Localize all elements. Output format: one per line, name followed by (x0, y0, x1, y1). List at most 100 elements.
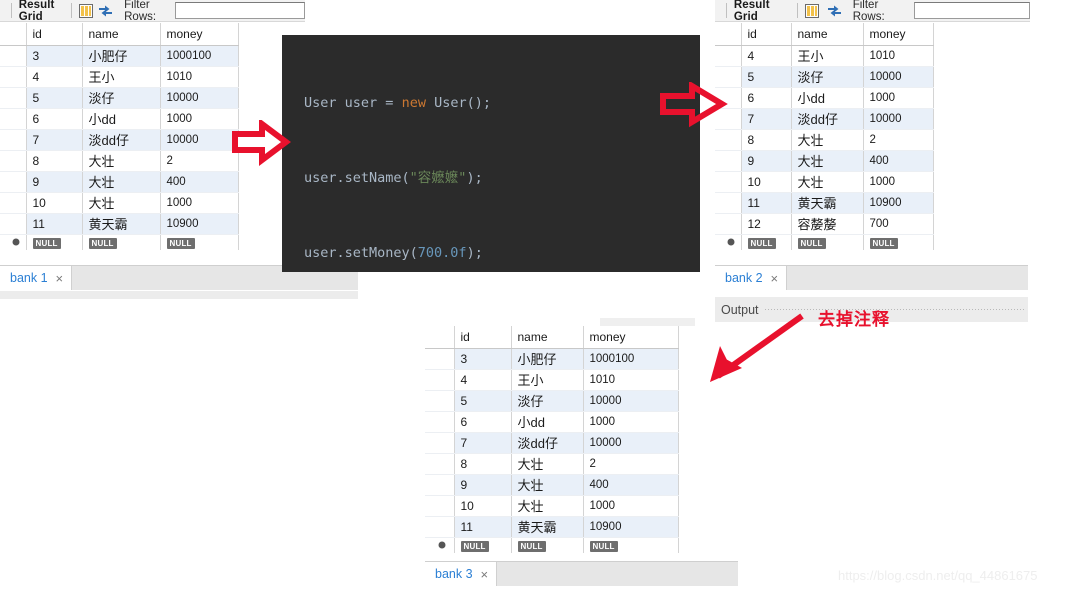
cell-id[interactable]: 6 (454, 411, 512, 433)
cell-name[interactable]: 王小 (511, 369, 584, 391)
column-header-id[interactable]: id (26, 23, 83, 46)
table-row[interactable]: 6 小dd 1000 (715, 87, 934, 109)
tab-bank-2[interactable]: bank 2 × (715, 266, 788, 290)
cell-name-null[interactable]: NULL (82, 234, 161, 250)
table-row[interactable]: 3 小肥仔 1000100 (425, 348, 679, 370)
cell-money[interactable]: 10000 (160, 87, 239, 109)
cell-name[interactable]: 淡dd仔 (791, 108, 864, 130)
cell-money-null[interactable]: NULL (863, 234, 934, 250)
cell-id[interactable]: 7 (741, 108, 792, 130)
table-row[interactable]: 6 小dd 1000 (425, 411, 679, 433)
table-row-new[interactable]: NULL NULL NULL (0, 234, 239, 250)
cell-name[interactable]: 大壮 (82, 171, 161, 193)
table-row[interactable]: 4 王小 1010 (425, 369, 679, 391)
cell-name[interactable]: 大壮 (82, 192, 161, 214)
cell-money[interactable]: 2 (863, 129, 934, 151)
cell-name[interactable]: 淡仔 (511, 390, 584, 412)
cell-name-null[interactable]: NULL (791, 234, 864, 250)
cell-name[interactable]: 小dd (82, 108, 161, 130)
row-selector[interactable] (425, 474, 455, 496)
cell-name[interactable]: 王小 (82, 66, 161, 88)
cell-id-null[interactable]: NULL (741, 234, 792, 250)
cell-id[interactable]: 9 (454, 474, 512, 496)
code-line-1[interactable]: User user = new User(); (282, 91, 700, 116)
new-row-marker[interactable] (425, 537, 455, 553)
column-header-name[interactable]: name (82, 23, 161, 46)
table-row[interactable]: 11 黄天霸 10900 (425, 516, 679, 538)
cell-id[interactable]: 6 (741, 87, 792, 109)
cell-money[interactable]: 10000 (863, 108, 934, 130)
cell-name[interactable]: 大壮 (791, 150, 864, 172)
cell-id[interactable]: 4 (454, 369, 512, 391)
table-row[interactable]: 11 黄天霸 10900 (0, 213, 239, 235)
cell-money[interactable]: 2 (160, 150, 239, 172)
cell-money[interactable]: 1000 (160, 108, 239, 130)
refresh-icon[interactable] (827, 4, 842, 18)
cell-money-null[interactable]: NULL (160, 234, 239, 250)
cell-name[interactable]: 淡仔 (82, 87, 161, 109)
row-selector[interactable] (0, 45, 27, 67)
row-selector[interactable] (425, 411, 455, 433)
cell-money[interactable]: 1000 (583, 495, 679, 517)
row-selector[interactable] (715, 171, 742, 193)
cell-id-null[interactable]: NULL (26, 234, 83, 250)
cell-id[interactable]: 7 (26, 129, 83, 151)
cell-name[interactable]: 黄天霸 (791, 192, 864, 214)
table-row[interactable]: 5 淡仔 10000 (425, 390, 679, 412)
row-selector[interactable] (425, 390, 455, 412)
table-row[interactable]: 5 淡仔 10000 (0, 87, 239, 109)
table-row[interactable]: 9 大壮 400 (0, 171, 239, 193)
column-header-name[interactable]: name (791, 23, 864, 46)
row-selector[interactable] (0, 87, 27, 109)
row-selector[interactable] (425, 369, 455, 391)
cell-money[interactable]: 1000 (863, 87, 934, 109)
cell-name[interactable]: 小dd (791, 87, 864, 109)
cell-money[interactable]: 400 (863, 150, 934, 172)
cell-money[interactable]: 1000100 (583, 348, 679, 370)
cell-money[interactable]: 1010 (583, 369, 679, 391)
table-row-new[interactable]: NULL NULL NULL (715, 234, 934, 250)
row-selector[interactable] (715, 213, 742, 235)
cell-money[interactable]: 1010 (863, 45, 934, 67)
cell-name[interactable]: 大壮 (82, 150, 161, 172)
row-selector[interactable] (715, 150, 742, 172)
cell-id[interactable]: 7 (454, 432, 512, 454)
cell-money[interactable]: 1000 (160, 192, 239, 214)
row-selector[interactable] (425, 432, 455, 454)
cell-name[interactable]: 大壮 (791, 171, 864, 193)
table-row[interactable]: 6 小dd 1000 (0, 108, 239, 130)
cell-id[interactable]: 9 (741, 150, 792, 172)
cell-money[interactable]: 400 (160, 171, 239, 193)
cell-id[interactable]: 10 (26, 192, 83, 214)
cell-id[interactable]: 10 (741, 171, 792, 193)
cell-name[interactable]: 淡dd仔 (82, 129, 161, 151)
cell-id[interactable]: 5 (454, 390, 512, 412)
cell-money[interactable]: 10000 (863, 66, 934, 88)
cell-id[interactable]: 3 (26, 45, 83, 67)
cell-money[interactable]: 10000 (160, 129, 239, 151)
grid-icon[interactable] (79, 3, 94, 18)
cell-money[interactable]: 2 (583, 453, 679, 475)
table-row[interactable]: 10 大壮 1000 (425, 495, 679, 517)
code-line-3[interactable]: user.setMoney(700.0f); (282, 241, 700, 266)
grid-icon[interactable] (805, 3, 820, 18)
cell-money[interactable]: 10900 (583, 516, 679, 538)
cell-name[interactable]: 大壮 (511, 474, 584, 496)
cell-money[interactable]: 1000100 (160, 45, 239, 67)
row-selector[interactable] (715, 129, 742, 151)
cell-id[interactable]: 8 (454, 453, 512, 475)
cell-id[interactable]: 4 (741, 45, 792, 67)
cell-money[interactable]: 1000 (863, 171, 934, 193)
table-row[interactable]: 12 容嫠嫠 700 (715, 213, 934, 235)
new-row-marker[interactable] (715, 234, 742, 250)
cell-name[interactable]: 容嫠嫠 (791, 213, 864, 235)
row-selector[interactable] (425, 348, 455, 370)
cell-money[interactable]: 10900 (863, 192, 934, 214)
table-row[interactable]: 9 大壮 400 (715, 150, 934, 172)
cell-money[interactable]: 1010 (160, 66, 239, 88)
table-row[interactable]: 8 大壮 2 (425, 453, 679, 475)
close-icon[interactable]: × (771, 271, 779, 286)
filter-rows-input[interactable] (914, 2, 1030, 19)
table-row[interactable]: 11 黄天霸 10900 (715, 192, 934, 214)
close-icon[interactable]: × (56, 271, 64, 286)
